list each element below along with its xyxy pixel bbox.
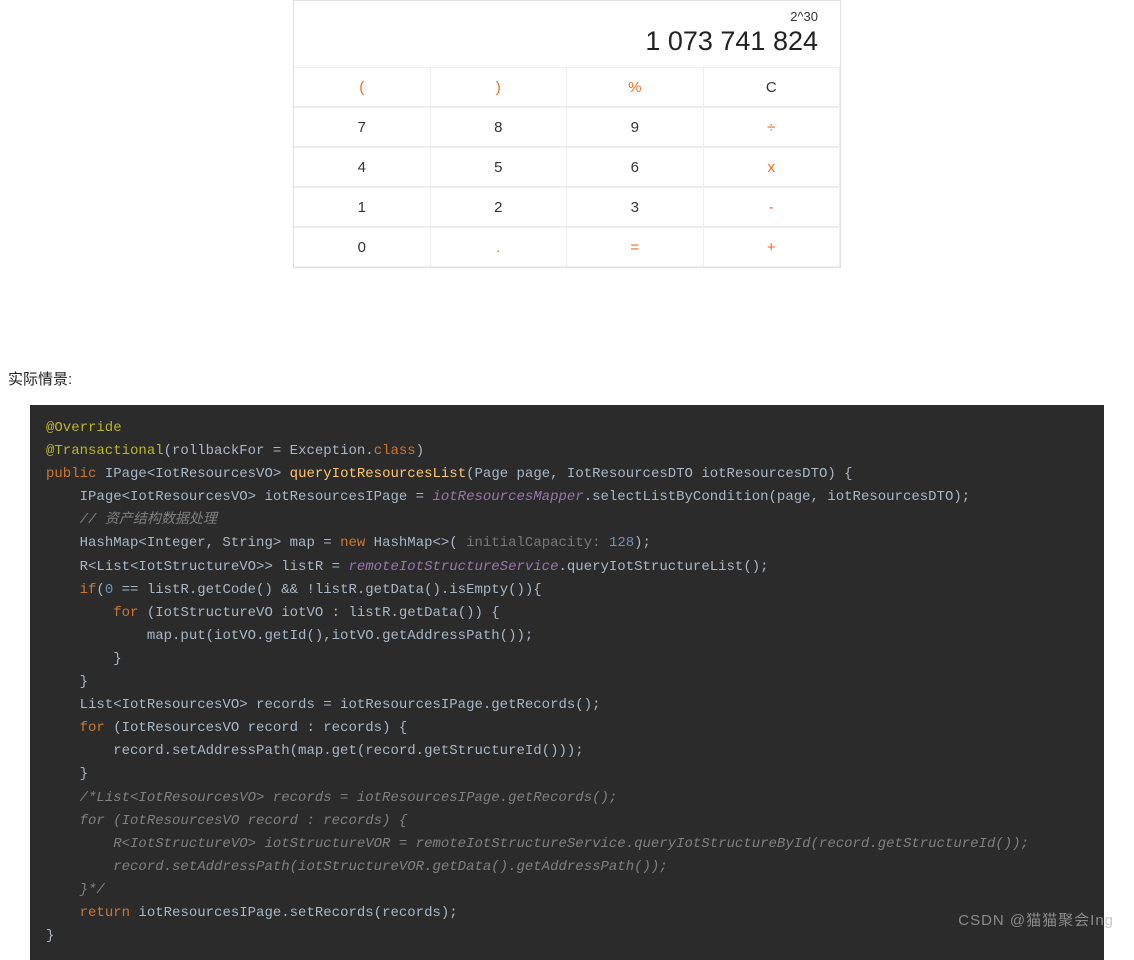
calc-button-op[interactable]: = [567,227,704,267]
code-annotation: @Transactional [46,443,164,459]
calc-button-1[interactable]: 1 [294,187,431,227]
code-comment: /*List<IotResourcesVO> records = iotReso… [80,790,618,806]
calc-button-x[interactable]: x [704,147,841,187]
calc-button-8[interactable]: 8 [431,107,568,147]
calc-button-op[interactable]: ( [294,67,431,107]
calc-button-op[interactable]: ) [431,67,568,107]
calc-button-5[interactable]: 5 [431,147,568,187]
calculator-container: 2^30 1 073 741 824 ()%C 789÷ 456x 123- 0.=+ [0,0,1134,268]
calc-button-op[interactable]: . [431,227,568,267]
code-keyword: public [46,466,96,482]
calc-button-op[interactable]: ÷ [704,107,841,147]
code-block: @Override @Transactional(rollbackFor = E… [30,405,1104,960]
calc-button-op[interactable]: + [704,227,841,267]
calculator-result: 1 073 741 824 [316,26,818,57]
code-method: queryIotResourcesList [290,466,466,482]
calc-button-4[interactable]: 4 [294,147,431,187]
calc-button-7[interactable]: 7 [294,107,431,147]
code-annotation: @Override [46,420,122,436]
calculator: 2^30 1 073 741 824 ()%C 789÷ 456x 123- 0.=+ [293,0,841,268]
calculator-grid: ()%C 789÷ 456x 123- 0.=+ [294,67,840,267]
calc-button-op[interactable]: - [704,187,841,227]
calculator-expression: 2^30 [316,9,818,24]
calc-button-0[interactable]: 0 [294,227,431,267]
section-heading: 实际情景: [8,368,1134,389]
calc-button-6[interactable]: 6 [567,147,704,187]
code-comment: // 资产结构数据处理 [80,512,217,528]
calc-button-C[interactable]: C [704,67,841,107]
calc-button-2[interactable]: 2 [431,187,568,227]
calc-button-9[interactable]: 9 [567,107,704,147]
calc-button-op[interactable]: % [567,67,704,107]
calculator-display: 2^30 1 073 741 824 [294,1,840,67]
calc-button-3[interactable]: 3 [567,187,704,227]
